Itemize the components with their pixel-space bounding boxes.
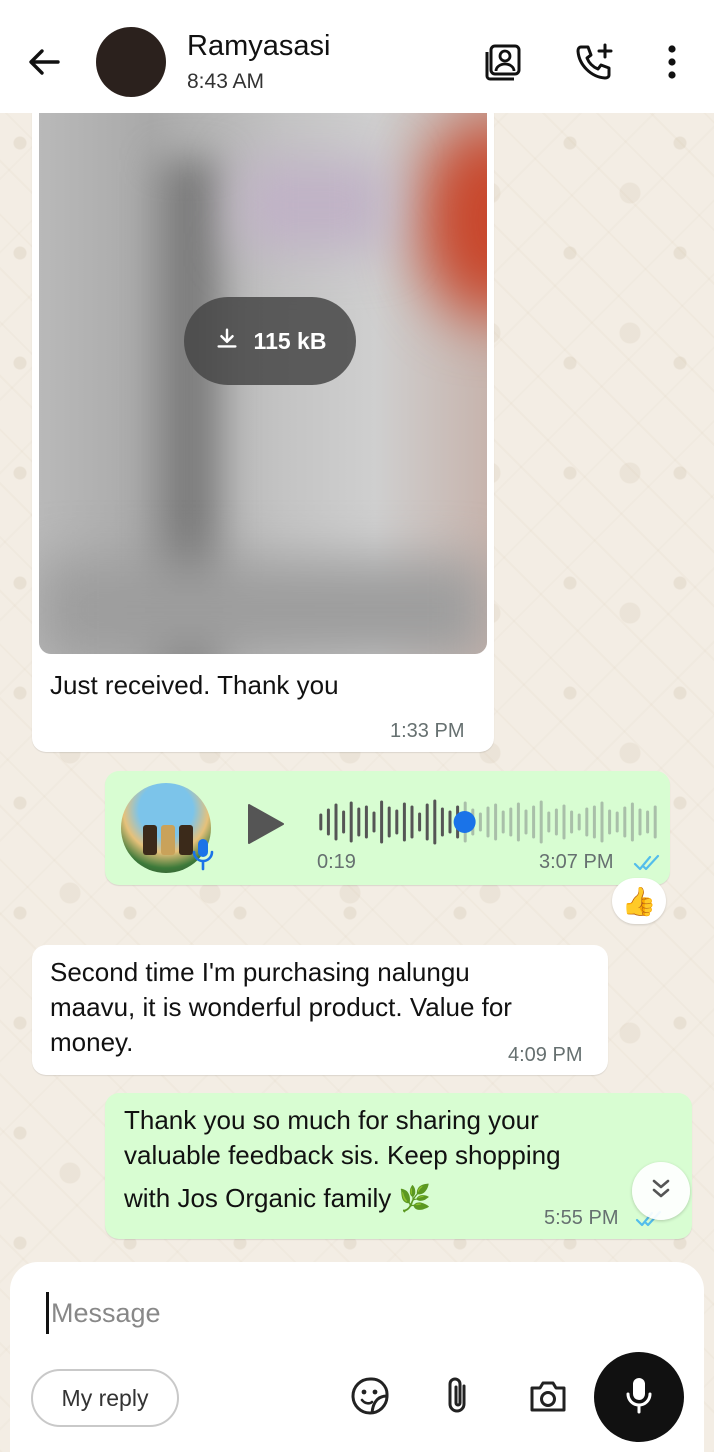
download-icon	[214, 326, 240, 357]
contact-name[interactable]: Ramyasasi	[187, 30, 330, 63]
microphone-icon	[624, 1375, 654, 1420]
message-line: with Jos Organic family 🌿	[124, 1183, 431, 1213]
message-line: valuable feedback sis. Keep shopping	[124, 1140, 561, 1170]
attach-icon[interactable]	[436, 1374, 480, 1418]
scroll-to-bottom-button[interactable]	[632, 1162, 690, 1220]
voice-record-button[interactable]	[594, 1352, 684, 1442]
incoming-image-message[interactable]: 115 kB Just received. Thank you 1:33 PM	[32, 100, 494, 752]
message-composer: My reply	[10, 1262, 704, 1452]
incoming-text-message[interactable]: Second time I'm purchasing nalungu maavu…	[32, 945, 608, 1075]
add-call-icon[interactable]	[572, 40, 616, 84]
double-chevron-down-icon	[646, 1174, 676, 1209]
message-line: Thank you so much for sharing your	[124, 1105, 539, 1135]
download-size-label: 115 kB	[253, 327, 327, 354]
message-line: Second time I'm purchasing nalungu	[50, 957, 470, 987]
contact-card-icon[interactable]	[482, 40, 526, 84]
message-line: money.	[50, 1027, 134, 1057]
voice-waveform[interactable]	[317, 799, 659, 845]
blurred-photo-preview[interactable]: 115 kB	[39, 100, 487, 654]
message-input[interactable]	[46, 1292, 566, 1334]
chat-header: Ramyasasi 8:43 AM	[0, 0, 714, 113]
sticker-icon[interactable]	[348, 1374, 392, 1418]
playback-scrubber[interactable]	[453, 811, 476, 833]
last-seen-status: 8:43 AM	[187, 70, 265, 93]
outgoing-voice-message[interactable]: 0:19 3:07 PM	[105, 771, 670, 885]
thumbs-up-reaction[interactable]: 👍	[612, 878, 666, 924]
message-line: maavu, it is wonderful product. Value fo…	[50, 992, 512, 1022]
voice-duration: 0:19	[317, 851, 356, 873]
message-time: 5:55 PM	[544, 1207, 619, 1229]
back-arrow-icon[interactable]	[24, 42, 64, 82]
contact-avatar[interactable]	[96, 27, 166, 97]
download-button[interactable]: 115 kB	[184, 297, 356, 385]
message-time: 4:09 PM	[508, 1044, 583, 1066]
message-time: 3:07 PM	[539, 851, 614, 873]
read-receipt-icon	[633, 853, 663, 873]
voice-mic-icon	[191, 837, 215, 871]
more-options-icon[interactable]	[650, 40, 694, 84]
message-time: 1:33 PM	[390, 720, 465, 742]
play-icon[interactable]	[245, 801, 287, 847]
camera-icon[interactable]	[526, 1374, 570, 1418]
image-caption: Just received. Thank you	[50, 670, 339, 700]
outgoing-text-message[interactable]: Thank you so much for sharing your valua…	[105, 1093, 692, 1239]
quick-reply-chip[interactable]: My reply	[31, 1369, 179, 1427]
